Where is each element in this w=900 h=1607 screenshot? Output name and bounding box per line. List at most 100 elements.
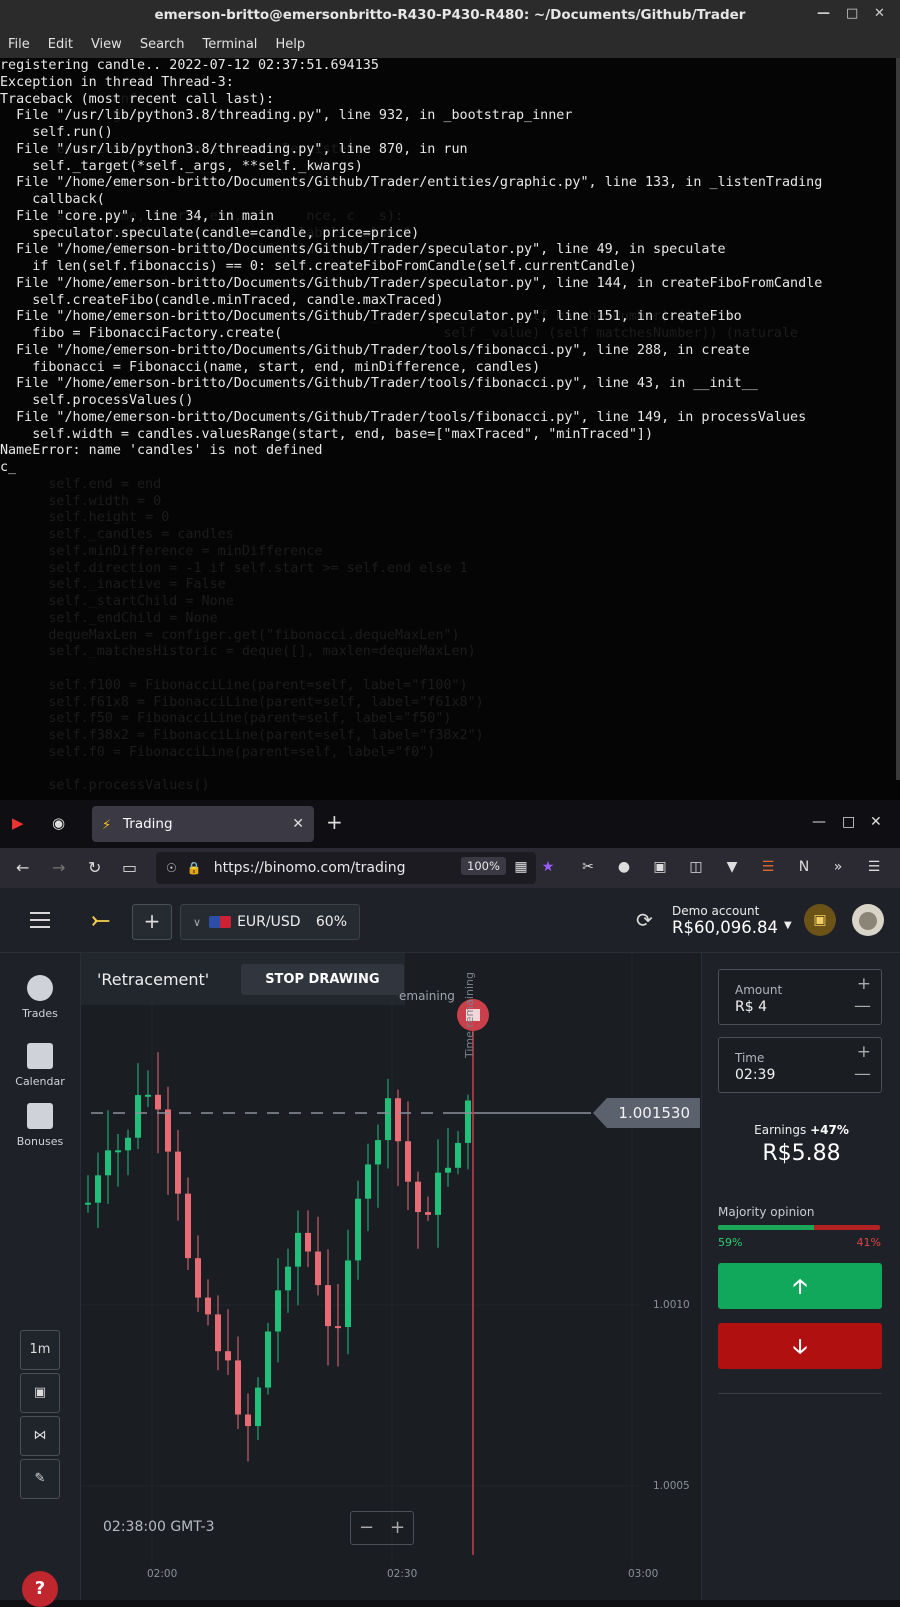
bookmark-star-icon[interactable]: ★ bbox=[540, 859, 556, 875]
terminal-scrollbar[interactable] bbox=[896, 58, 900, 780]
binomo-logo-icon[interactable]: ⤚ bbox=[92, 908, 110, 933]
candle-body bbox=[185, 1193, 191, 1259]
amount-increase-icon[interactable]: + bbox=[857, 974, 871, 994]
reload-icon[interactable]: ↻ bbox=[88, 858, 101, 877]
time-decrease-icon[interactable]: — bbox=[854, 1064, 871, 1084]
time-value: 02:39 bbox=[735, 1067, 776, 1083]
account-dropdown-icon: ▼ bbox=[784, 920, 792, 931]
close-icon[interactable]: ✕ bbox=[874, 6, 885, 21]
browser-close-icon[interactable]: ✕ bbox=[870, 814, 882, 830]
zoom-out-button[interactable]: − bbox=[351, 1512, 382, 1544]
earnings-text: Earnings bbox=[754, 1123, 807, 1137]
candle-body bbox=[215, 1314, 221, 1352]
majority-up-percent: 59% bbox=[718, 1236, 743, 1249]
stop-drawing-button[interactable]: STOP DRAWING bbox=[241, 963, 404, 995]
zoom-in-button[interactable]: + bbox=[382, 1512, 413, 1544]
sidebar-item-trades[interactable]: Trades bbox=[0, 975, 80, 1020]
candle-body bbox=[245, 1414, 251, 1427]
new-tab-icon[interactable]: + bbox=[326, 810, 343, 834]
extension-game-icon[interactable]: ▣ bbox=[652, 859, 668, 875]
notion-icon[interactable]: N bbox=[796, 859, 812, 875]
menu-view[interactable]: View bbox=[91, 37, 122, 52]
menu-file[interactable]: File bbox=[8, 37, 30, 52]
candle-body bbox=[355, 1198, 361, 1261]
amount-field[interactable]: Amount R$ 4 + — bbox=[718, 969, 882, 1025]
amount-value: R$ 4 bbox=[735, 999, 767, 1015]
majority-opinion-bar bbox=[718, 1225, 880, 1230]
menu-edit[interactable]: Edit bbox=[48, 37, 73, 52]
terminal-output[interactable]: onfiger ger entities.Persistence import … bbox=[0, 58, 896, 798]
candlestick-chart[interactable] bbox=[81, 953, 700, 1600]
gift-icon bbox=[27, 1103, 53, 1129]
wallet-button[interactable]: ▣ bbox=[804, 904, 836, 936]
eur-usd-flag-icon bbox=[209, 916, 232, 928]
asset-selector[interactable]: ∨ EUR/USD 60% bbox=[180, 904, 360, 940]
browser-maximize-icon[interactable]: □ bbox=[842, 814, 855, 830]
candle-body bbox=[325, 1285, 331, 1327]
hamburger-menu-icon[interactable] bbox=[30, 912, 50, 933]
extensions-grid-icon[interactable]: ◫ bbox=[688, 859, 704, 875]
back-icon[interactable]: ← bbox=[16, 858, 29, 877]
candles-icon[interactable]: ▣ bbox=[20, 1373, 60, 1413]
menu-help[interactable]: Help bbox=[275, 37, 305, 52]
candle-body bbox=[365, 1164, 371, 1199]
chart-zoom-control: − + bbox=[350, 1511, 414, 1545]
shield-icon[interactable]: ☉ bbox=[166, 861, 177, 875]
github-icon[interactable]: ◉ bbox=[52, 814, 65, 832]
sidebar-item-calendar[interactable]: Calendar bbox=[0, 1043, 80, 1088]
time-field[interactable]: Time 02:39 + — bbox=[718, 1037, 882, 1093]
time-label: Time bbox=[735, 1051, 765, 1065]
sync-icon: ⟳ bbox=[636, 908, 653, 932]
app-menu-icon[interactable]: ☰ bbox=[866, 859, 882, 875]
asset-payout: 60% bbox=[315, 914, 347, 930]
pencil-icon[interactable]: ✎ bbox=[20, 1459, 60, 1499]
reader-view-icon[interactable]: ▭ bbox=[122, 858, 137, 877]
lock-icon[interactable]: 🔒 bbox=[187, 861, 202, 875]
earnings-value: R$5.88 bbox=[762, 1141, 841, 1166]
url-text: https://binomo.com/trading bbox=[213, 860, 406, 876]
browser-minimize-icon[interactable]: — bbox=[812, 814, 826, 830]
arrow-up-icon: 🡡 bbox=[792, 1274, 808, 1298]
candle-body bbox=[225, 1351, 231, 1361]
sidebar-item-bonuses[interactable]: Bonuses bbox=[0, 1103, 80, 1148]
forward-icon[interactable]: → bbox=[52, 858, 65, 877]
youtube-icon[interactable]: ▶ bbox=[12, 814, 24, 832]
qr-icon[interactable]: ▦ bbox=[513, 859, 529, 875]
candle-body bbox=[455, 1142, 461, 1168]
overflow-icon[interactable]: » bbox=[830, 859, 846, 875]
candle-body bbox=[435, 1172, 441, 1215]
clock-icon bbox=[27, 975, 53, 1001]
extension-bars-icon[interactable]: ☰ bbox=[760, 859, 776, 875]
candle-body bbox=[95, 1175, 101, 1203]
timeframe-button[interactable]: 1m bbox=[20, 1330, 60, 1370]
tab-bar: ▶ ◉ ⚡ Trading ✕ + — □ ✕ bbox=[0, 800, 900, 848]
tab-trading[interactable]: ⚡ Trading ✕ bbox=[92, 806, 314, 842]
extension-avatar-icon[interactable]: ● bbox=[616, 859, 632, 875]
time-increase-icon[interactable]: + bbox=[857, 1042, 871, 1062]
amount-decrease-icon[interactable]: — bbox=[854, 996, 871, 1016]
candle-body bbox=[195, 1258, 201, 1298]
indicators-icon[interactable]: ⋈ bbox=[20, 1416, 60, 1456]
account-switcher[interactable]: ⟳ Demo account R$60,096.84 ▼ bbox=[636, 900, 796, 940]
maximize-icon[interactable]: □ bbox=[846, 6, 858, 21]
candle-body bbox=[175, 1151, 181, 1194]
help-button[interactable]: ? bbox=[22, 1571, 58, 1607]
menu-search[interactable]: Search bbox=[140, 37, 185, 52]
buy-up-button[interactable]: 🡡 bbox=[718, 1263, 882, 1309]
terminal-window[interactable]: emerson-britto@emersonbritto-R430-P430-R… bbox=[0, 0, 900, 800]
sidebar-item-label: Trades bbox=[22, 1007, 58, 1020]
current-price: 1.001530 bbox=[618, 1104, 690, 1122]
avatar[interactable] bbox=[852, 904, 884, 936]
chart-time-caption: 02:38:00 GMT-3 bbox=[103, 1519, 215, 1535]
sell-down-button[interactable]: 🡣 bbox=[718, 1323, 882, 1369]
add-asset-button[interactable]: + bbox=[132, 904, 172, 940]
extension-v-icon[interactable]: ▼ bbox=[724, 859, 740, 875]
zoom-level[interactable]: 100% bbox=[461, 857, 506, 875]
drawing-toolbar: 'Retracement' STOP DRAWING bbox=[81, 953, 405, 1005]
price-chart[interactable]: 'Retracement' STOP DRAWING emaining Time… bbox=[81, 953, 700, 1600]
tab-close-icon[interactable]: ✕ bbox=[292, 816, 304, 832]
minimize-icon[interactable]: — bbox=[817, 6, 830, 21]
screenshot-icon[interactable]: ✂ bbox=[580, 859, 596, 875]
menu-terminal[interactable]: Terminal bbox=[202, 37, 257, 52]
candle-body bbox=[105, 1150, 111, 1176]
